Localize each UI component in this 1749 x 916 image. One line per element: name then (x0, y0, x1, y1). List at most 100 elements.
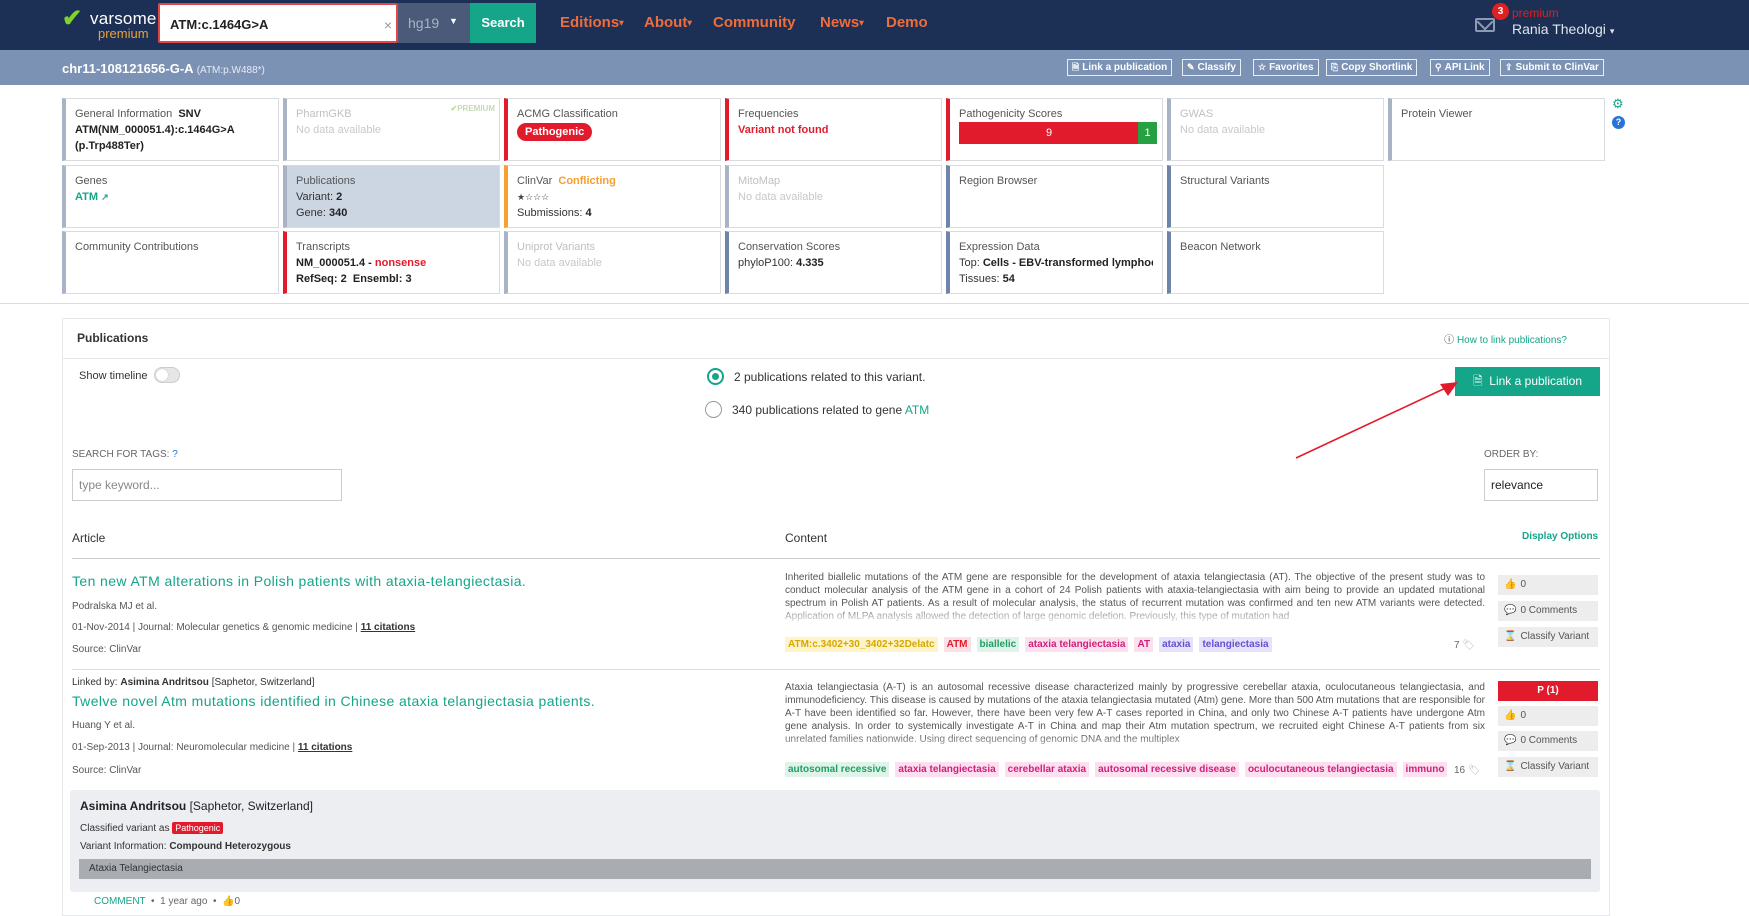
thumbs-up-icon[interactable]: 👍 (222, 896, 234, 907)
article-title[interactable]: Twelve novel Atm mutations identified in… (72, 693, 595, 709)
article-authors: Podralska MJ et al. (72, 601, 158, 612)
card-clinvar[interactable]: ClinVar Conflicting ★☆☆☆ Submissions: 4 (504, 165, 721, 228)
api-link-button[interactable]: ⚲ API Link (1430, 59, 1490, 76)
card-general-information[interactable]: General Information SNV ATM(NM_000051.4)… (62, 98, 279, 161)
classification-comment: Asimina Andritsou [Saphetor, Switzerland… (70, 790, 1600, 892)
row-divider (72, 669, 1600, 670)
caret-down-icon: ▾ (687, 17, 692, 28)
link-publication-main-button[interactable]: 🗎 Link a publication (1455, 367, 1600, 396)
comment-author: Asimina Andritsou [Saphetor, Switzerland… (80, 799, 313, 813)
tag-search-input[interactable]: type keyword... (72, 469, 342, 501)
article-source: Source: ClinVar (72, 765, 142, 776)
card-conservation-scores[interactable]: Conservation Scores phyloP100: 4.335 (725, 231, 942, 294)
card-community-contributions[interactable]: Community Contributions (62, 231, 279, 294)
link-publication-button[interactable]: 🗎 Link a publication (1067, 59, 1173, 76)
search-input[interactable]: ATM:c.1464G>A × (158, 3, 398, 43)
tag-count[interactable]: 7 🏷 (1454, 640, 1475, 651)
caret-down-icon: ▾ (619, 17, 624, 28)
user-name[interactable]: Rania Theologi ▾ (1512, 21, 1614, 37)
tag-pill[interactable]: AT (1134, 637, 1154, 652)
tag-pill[interactable]: biallelic (976, 637, 1020, 652)
classification-badge[interactable]: P (1) (1498, 681, 1598, 701)
card-pharmgkb[interactable]: PharmGKB No data available ✔PREMIUM (283, 98, 500, 161)
varsome-logo[interactable]: ✔ varsome premium (62, 7, 158, 42)
card-mitomap[interactable]: MitoMap No data available (725, 165, 942, 228)
comments-button[interactable]: 💬 0 Comments (1498, 601, 1598, 621)
card-protein-viewer[interactable]: Protein Viewer (1388, 98, 1605, 161)
tag-pill[interactable]: immuno (1402, 762, 1448, 777)
nav-news[interactable]: News▾ (820, 14, 864, 31)
classify-variant-button[interactable]: ⌛ Classify Variant (1498, 627, 1598, 647)
card-gwas[interactable]: GWAS No data available (1167, 98, 1384, 161)
tag-pill[interactable]: autosomal recessive (785, 762, 890, 777)
card-structural-variants[interactable]: Structural Variants (1167, 165, 1384, 228)
tag-pill[interactable]: autosomal recessive disease (1095, 762, 1239, 777)
nav-community[interactable]: Community (713, 14, 796, 31)
radio-variant-label[interactable]: 2 publications related to this variant. (734, 370, 925, 384)
genome-select[interactable]: hg19 ▼ (398, 3, 470, 43)
card-expression-data[interactable]: Expression Data Top: Cells - EBV-transfo… (946, 231, 1163, 294)
radio-gene-label[interactable]: 340 publications related to gene ATM (732, 403, 929, 417)
timeline-toggle[interactable] (154, 367, 180, 383)
help-icon[interactable]: ? (172, 449, 178, 460)
article-title[interactable]: Ten new ATM alterations in Polish patien… (72, 573, 526, 589)
classify-button[interactable]: ✎ Classify (1182, 59, 1241, 76)
card-uniprot-variants[interactable]: Uniprot Variants No data available (504, 231, 721, 294)
tag-count[interactable]: 16 🏷 (1454, 765, 1481, 776)
display-options-link[interactable]: Display Options (1522, 531, 1598, 542)
classify-variant-button[interactable]: ⌛ Classify Variant (1498, 757, 1598, 777)
like-button[interactable]: 👍 0 (1498, 575, 1598, 595)
info-icon: ⓘ (1444, 335, 1455, 346)
citations-link[interactable]: 11 citations (361, 622, 415, 633)
genome-value: hg19 (408, 15, 440, 31)
article-tags: autosomal recessive ataxia telangiectasia… (785, 762, 1455, 780)
gear-icon[interactable]: ⚙ (1612, 96, 1624, 112)
tag-pill[interactable]: ataxia telangiectasia (1025, 637, 1129, 652)
tag-pill[interactable]: ataxia telangiectasia (895, 762, 999, 777)
tag-pill[interactable]: cerebellar ataxia (1004, 762, 1090, 777)
article-source: Source: ClinVar (72, 644, 142, 655)
citations-link[interactable]: 11 citations (298, 742, 352, 753)
search-button[interactable]: Search (470, 3, 536, 43)
like-button[interactable]: 👍 0 (1498, 706, 1598, 726)
mail-icon[interactable] (1475, 18, 1495, 32)
nav-demo[interactable]: Demo (886, 14, 928, 31)
caret-down-icon: ▾ (1609, 26, 1615, 36)
star-icon: ☆ (1258, 62, 1267, 72)
tag-pill[interactable]: ATM (943, 637, 971, 652)
tag-pill[interactable]: ataxia (1159, 637, 1194, 652)
card-publications[interactable]: Publications Variant: 2 Gene: 340 (283, 165, 500, 228)
nav-editions[interactable]: Editions▾ (560, 14, 624, 31)
order-by-select[interactable]: relevance (1484, 469, 1598, 501)
tag-pill[interactable]: telangiectasia (1199, 637, 1272, 652)
submit-clinvar-button[interactable]: ⇪ Submit to ClinVar (1500, 59, 1604, 76)
nav-about[interactable]: About▾ (644, 14, 692, 31)
doc-icon: 🗎 (1072, 62, 1080, 72)
card-acmg-classification[interactable]: ACMG Classification Pathogenic (504, 98, 721, 161)
tag-pill[interactable]: ATM:c.3402+30_3402+32Delatc (785, 637, 938, 652)
tag-pill[interactable]: oculocutaneous telangiectasia (1244, 762, 1397, 777)
copy-shortlink-button[interactable]: ⎘ Copy Shortlink (1326, 59, 1418, 76)
radio-gene-publications[interactable] (705, 401, 722, 418)
classify-icon: ✎ (1187, 62, 1195, 72)
comments-button[interactable]: 💬 0 Comments (1498, 731, 1598, 751)
acmg-pathogenic-pill: Pathogenic (517, 123, 593, 141)
card-frequencies[interactable]: Frequencies Variant not found (725, 98, 942, 161)
linked-by: Linked by: Asimina Andritsou [Saphetor, … (72, 677, 315, 688)
how-to-link-link[interactable]: ⓘ How to link publications? (1444, 331, 1567, 346)
article-journal: 01-Sep-2013 | Journal: Neuromolecular me… (72, 742, 353, 753)
gene-link[interactable]: ATM ↗ (75, 189, 269, 205)
card-beacon-network[interactable]: Beacon Network (1167, 231, 1384, 294)
comment-link[interactable]: COMMENT (94, 896, 145, 907)
card-transcripts[interactable]: Transcripts NM_000051.4 - nonsense RefSe… (283, 231, 500, 294)
radio-variant-publications[interactable] (707, 368, 724, 385)
card-region-browser[interactable]: Region Browser (946, 165, 1163, 228)
premium-badge: ✔PREMIUM (450, 104, 495, 113)
help-icon[interactable]: ? (1612, 116, 1625, 129)
card-pathogenicity-scores[interactable]: Pathogenicity Scores 9 1 (946, 98, 1163, 161)
gene-atm-link[interactable]: ATM (905, 403, 929, 417)
user-menu[interactable]: 3 premium Rania Theologi ▾ (1475, 3, 1715, 42)
favorites-button[interactable]: ☆ Favorites (1253, 59, 1319, 76)
card-genes[interactable]: Genes ATM ↗ (62, 165, 279, 228)
clear-search-icon[interactable]: × (384, 17, 392, 33)
